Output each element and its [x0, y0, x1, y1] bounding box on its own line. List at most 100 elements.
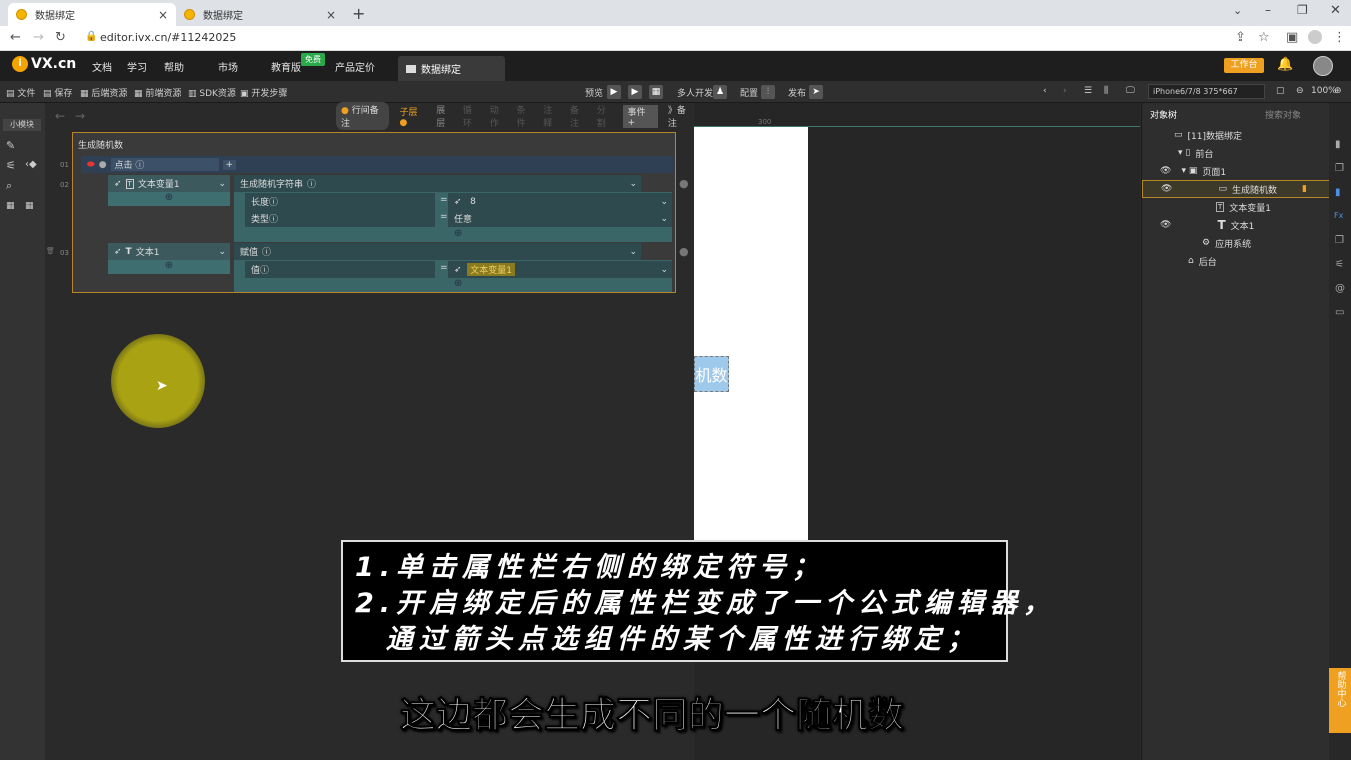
bookmark-star-icon[interactable]: ☆: [1258, 30, 1270, 45]
project-tab[interactable]: 数据绑定: [398, 56, 505, 81]
distribute-icon[interactable]: ⫼: [1104, 86, 1108, 96]
browser-tab-1[interactable]: 数据绑定 ×: [8, 3, 176, 26]
drag-handle-icon[interactable]: ●: [679, 245, 689, 258]
multi-user-icon[interactable]: ♟: [713, 85, 727, 99]
redo-icon[interactable]: →: [75, 109, 85, 123]
menu-help[interactable]: 帮助: [164, 59, 184, 74]
condition-button[interactable]: 条件: [516, 103, 533, 129]
split-button[interactable]: 分割: [597, 103, 614, 129]
more-menu-icon[interactable]: ⋮: [1333, 30, 1346, 45]
settings-sliders-icon[interactable]: ⚟: [6, 159, 16, 172]
workbench-button[interactable]: 工作台: [1224, 58, 1264, 73]
loop-button[interactable]: 循环: [463, 103, 480, 129]
event-block[interactable]: 生成随机数 01 02 03 ⬬ ● 点击 ⓘ + ➶ T 文本变量1 ⌄ ⊕ …: [60, 132, 689, 293]
fit-screen-icon[interactable]: ▢: [1276, 86, 1285, 96]
generate-random-button[interactable]: 机数: [694, 356, 729, 392]
forward-icon[interactable]: →: [33, 30, 44, 45]
new-tab-button[interactable]: +: [352, 4, 365, 23]
layers-icon[interactable]: ❐: [1335, 163, 1344, 174]
add-circle-icon[interactable]: ⊕: [454, 228, 462, 239]
at-icon[interactable]: @: [1335, 283, 1345, 294]
tab-search-objects[interactable]: 搜索对象: [1265, 108, 1301, 121]
menu-docs[interactable]: 文档: [92, 59, 112, 74]
line-note-toggle[interactable]: ● 行间备注: [336, 102, 390, 130]
delete-icon[interactable]: 🗑: [46, 247, 55, 255]
back-icon[interactable]: ←: [10, 30, 21, 45]
action-target-2[interactable]: ➶ T 文本1 ⌄: [108, 243, 230, 260]
param-value-formula[interactable]: ➶ 文本变量1 ⌄: [448, 261, 672, 278]
code-icon[interactable]: ‹◆: [25, 159, 37, 170]
save-button[interactable]: ▤ 保存: [43, 86, 72, 99]
comment-icon[interactable]: ▮: [1335, 139, 1341, 150]
event-select[interactable]: 点击 ⓘ: [110, 158, 219, 171]
user-avatar[interactable]: [1313, 56, 1333, 76]
tree-item-app-system[interactable]: ⚙ 应用系统: [1142, 234, 1330, 252]
send-icon[interactable]: ➤: [809, 85, 823, 99]
share-icon[interactable]: ⇪: [1235, 30, 1246, 45]
param-value-select[interactable]: 任意 ⌄: [448, 210, 672, 227]
search-box-icon[interactable]: ⌕: [6, 179, 12, 193]
close-tab-icon[interactable]: ×: [158, 8, 168, 22]
image-icon[interactable]: ▭: [1335, 307, 1344, 318]
add-circle-icon[interactable]: ⊕: [108, 260, 230, 272]
action-button[interactable]: 动作: [490, 103, 507, 129]
profile-icon[interactable]: [1308, 30, 1322, 44]
minimize-icon[interactable]: –: [1265, 3, 1271, 17]
event-add-button[interactable]: 事件 +: [623, 104, 658, 128]
ungroup-icon[interactable]: ▦: [25, 201, 34, 211]
restore-icon[interactable]: ❐: [1297, 3, 1308, 17]
tab-object-tree[interactable]: 对象树: [1150, 108, 1177, 121]
desktop-icon[interactable]: 🖵: [1126, 86, 1135, 96]
close-window-icon[interactable]: ✕: [1330, 3, 1341, 18]
tree-item-project[interactable]: ▭ [11]数据绑定: [1142, 126, 1330, 144]
zoom-out-icon[interactable]: ⊖: [1296, 86, 1304, 96]
eye-icon[interactable]: 👁: [1160, 220, 1171, 230]
add-event-button[interactable]: +: [222, 159, 237, 170]
copy-icon[interactable]: ❐: [1335, 235, 1344, 246]
tree-item-random-button[interactable]: 👁 ▭ 生成随机数 ▮: [1142, 180, 1330, 198]
device-select[interactable]: iPhone6/7/8 375*667: [1148, 84, 1265, 99]
drag-handle-icon[interactable]: ●: [679, 177, 689, 190]
zoom-in-icon[interactable]: ⊕: [1334, 86, 1342, 96]
align-icon[interactable]: ☰: [1084, 86, 1092, 96]
menu-learn[interactable]: 学习: [127, 59, 147, 74]
play-icon[interactable]: ▶: [607, 85, 621, 99]
tab-search-icon[interactable]: ⌄: [1233, 4, 1242, 17]
breakpoint-icon[interactable]: ⬬: [87, 160, 95, 170]
chat-icon[interactable]: ▮: [1335, 187, 1341, 198]
sublayer-toggle[interactable]: 子层 ●: [399, 105, 426, 128]
action-target-1[interactable]: ➶ T 文本变量1 ⌄: [108, 175, 230, 192]
browser-tab-2[interactable]: 数据绑定 ×: [176, 3, 344, 26]
backend-resource-button[interactable]: ▦ 后端资源: [80, 86, 127, 99]
file-button[interactable]: ▤ 文件: [6, 86, 35, 99]
frontend-resource-button[interactable]: ▦ 前端资源: [134, 86, 181, 99]
add-circle-icon[interactable]: ⊕: [108, 192, 230, 204]
bell-icon[interactable]: 🔔: [1277, 57, 1293, 72]
sidebar-icon[interactable]: ▣: [1286, 30, 1298, 45]
group-icon[interactable]: ▦: [6, 201, 15, 211]
sliders-icon[interactable]: ⫶: [761, 85, 775, 99]
help-center-button[interactable]: 帮助中心: [1329, 668, 1351, 733]
url-input[interactable]: editor.ivx.cn/#11242025: [100, 31, 236, 44]
undo-icon[interactable]: ←: [55, 109, 65, 123]
play-new-icon[interactable]: ▶: [628, 85, 642, 99]
menu-education[interactable]: 教育版: [271, 59, 301, 74]
expand-layer-button[interactable]: 展层: [436, 103, 453, 129]
menu-pricing[interactable]: 产品定价: [335, 59, 375, 74]
settings-icon[interactable]: ⚟: [1335, 259, 1344, 270]
tree-item-text1[interactable]: 👁 T 文本1: [1142, 216, 1330, 234]
comment-button[interactable]: 注释: [543, 103, 560, 129]
action-2-select[interactable]: 赋值 ⓘ ⌄: [234, 243, 641, 260]
tree-item-page1[interactable]: 👁 ▾ ▣ 页面1: [1142, 162, 1330, 180]
reload-icon[interactable]: ↻: [55, 30, 66, 45]
function-icon[interactable]: Fx: [1334, 211, 1343, 220]
tree-item-frontend[interactable]: ▾ ▯ 前台: [1142, 144, 1330, 162]
add-circle-icon[interactable]: ⊕: [454, 278, 462, 289]
qrcode-icon[interactable]: ▦: [649, 85, 663, 99]
edit-icon[interactable]: ✎: [6, 139, 15, 152]
eye-icon[interactable]: 👁: [1160, 166, 1171, 176]
prev-page-icon[interactable]: ‹: [1043, 86, 1047, 96]
action-1-select[interactable]: 生成随机字符串 ⓘ ⌄: [234, 175, 641, 192]
tree-item-text-variable[interactable]: T 文本变量1: [1142, 198, 1330, 216]
next-page-icon[interactable]: ›: [1063, 86, 1067, 96]
